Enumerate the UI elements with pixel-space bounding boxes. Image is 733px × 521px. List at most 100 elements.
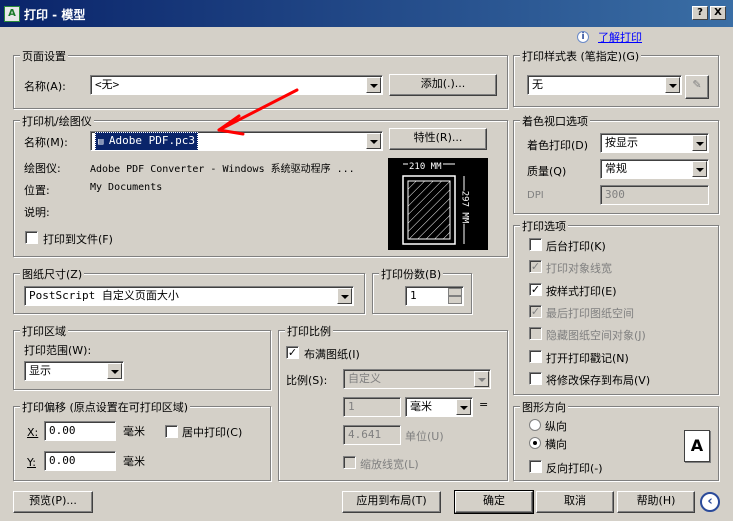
y-offset-input[interactable]: 0.00 bbox=[44, 451, 116, 471]
reverse-plot-checkbox[interactable] bbox=[529, 460, 542, 473]
scale-label: 比例(S): bbox=[286, 374, 328, 387]
plot-area-title: 打印区域 bbox=[20, 323, 68, 339]
chevron-down-icon bbox=[474, 371, 489, 387]
portrait-label: 纵向 bbox=[545, 420, 567, 433]
chevron-down-icon bbox=[366, 77, 381, 93]
help-title-button[interactable]: ? bbox=[692, 6, 708, 20]
ok-button[interactable]: 确定 bbox=[454, 490, 534, 514]
plot-option-checkbox[interactable] bbox=[529, 371, 542, 385]
center-plot-checkbox[interactable] bbox=[165, 425, 178, 438]
plot-option-label: 将修改保存到布局(V) bbox=[546, 373, 651, 387]
apply-to-layout-button[interactable]: 应用到布局(T) bbox=[342, 491, 441, 513]
scale-select[interactable]: 自定义 bbox=[343, 369, 491, 389]
landscape-radio[interactable] bbox=[529, 437, 541, 449]
y-offset-label: Y: bbox=[27, 456, 36, 469]
center-plot-label: 居中打印(C) bbox=[182, 426, 243, 439]
printer-properties-button[interactable]: 特性(R)... bbox=[389, 128, 487, 150]
shaded-viewport-title: 着色视口选项 bbox=[520, 113, 590, 129]
x-offset-label: X: bbox=[27, 426, 39, 439]
paper-size-title: 图纸尺寸(Z) bbox=[20, 266, 85, 282]
x-offset-input[interactable]: 0.00 bbox=[44, 421, 116, 441]
units-label: 单位(U) bbox=[405, 430, 444, 443]
y-offset-unit: 毫米 bbox=[123, 455, 145, 468]
plot-option-label: 打开打印戳记(N) bbox=[546, 351, 629, 365]
portrait-radio[interactable] bbox=[529, 419, 541, 431]
paper-size-select[interactable]: PostScript 自定义页面大小 bbox=[24, 286, 354, 306]
cancel-button[interactable]: 取消 bbox=[536, 491, 614, 513]
quality-select[interactable]: 常规 bbox=[600, 159, 709, 179]
chevron-down-icon bbox=[456, 399, 471, 415]
orientation-title: 图形方向 bbox=[520, 399, 568, 415]
plot-option-label: 隐藏图纸空间对象(J) bbox=[546, 329, 646, 343]
plot-option-checkbox[interactable]: ✓ bbox=[529, 282, 542, 296]
printer-device-icon: ▤ bbox=[98, 137, 109, 147]
shade-plot-select[interactable]: 按显示 bbox=[600, 133, 709, 153]
chevron-down-icon bbox=[692, 161, 707, 177]
add-page-setup-button[interactable]: 添加(.)... bbox=[389, 74, 497, 96]
scale-lineweights-label: 缩放线宽(L) bbox=[360, 458, 419, 471]
print-to-file-label: 打印到文件(F) bbox=[43, 233, 113, 246]
plot-option-checkbox[interactable] bbox=[529, 327, 542, 341]
plot-option-label: 后台打印(K) bbox=[546, 240, 606, 253]
plot-option-checkbox[interactable]: ✓ bbox=[529, 260, 542, 274]
plot-range-select[interactable]: 显示 bbox=[24, 361, 124, 381]
plot-option-label: 按样式打印(E) bbox=[546, 284, 617, 298]
shade-plot-label: 着色打印(D) bbox=[527, 139, 589, 152]
dpi-label: DPI bbox=[527, 190, 544, 201]
dpi-input[interactable]: 300 bbox=[600, 185, 709, 205]
plot-option-checkbox[interactable]: ✓ bbox=[529, 304, 542, 318]
scale-units-input[interactable]: 4.641 bbox=[343, 425, 401, 445]
printer-name-label: 名称(M): bbox=[24, 136, 68, 149]
description-label: 说明: bbox=[24, 206, 50, 219]
edit-pen-icon: ✎ bbox=[692, 78, 702, 91]
fit-to-paper-checkbox[interactable]: ✓ bbox=[286, 346, 299, 359]
chevron-down-icon bbox=[665, 77, 680, 93]
print-to-file-checkbox[interactable] bbox=[25, 231, 38, 244]
scale-value-input[interactable]: 1 bbox=[343, 397, 401, 417]
plotter-label: 绘图仪: bbox=[24, 162, 61, 175]
help-link[interactable]: 了解打印 bbox=[598, 29, 642, 45]
plotter-value: Adobe PDF Converter - Windows 系统驱动程序 ... bbox=[90, 164, 355, 175]
location-value: My Documents bbox=[90, 182, 163, 193]
plot-options-title: 打印选项 bbox=[520, 218, 568, 234]
page-setup-title: 页面设置 bbox=[20, 48, 68, 64]
preview-button[interactable]: 预览(P)... bbox=[13, 491, 93, 513]
reverse-plot-label: 反向打印(-) bbox=[546, 462, 603, 475]
chevron-left-icon: ‹ bbox=[707, 494, 713, 509]
equals-sign: = bbox=[479, 398, 489, 411]
plot-style-title: 打印样式表 (笔指定)(G) bbox=[520, 48, 642, 64]
printer-title: 打印机/绘图仪 bbox=[20, 113, 94, 129]
collapse-options-button[interactable]: ‹ bbox=[700, 492, 720, 512]
plot-range-label: 打印范围(W): bbox=[24, 344, 92, 357]
annotation-arrow bbox=[217, 88, 299, 136]
plot-area-group: 打印区域 bbox=[13, 323, 271, 390]
title-bar: A 打印 - 模型 ? X bbox=[0, 0, 733, 27]
plot-offset-title: 打印偏移 (原点设置在可打印区域) bbox=[20, 399, 191, 415]
plot-option-label: 打印对象线宽 bbox=[546, 262, 612, 276]
plot-style-select[interactable]: 无 bbox=[527, 75, 682, 95]
landscape-label: 横向 bbox=[545, 438, 567, 451]
quality-label: 质量(Q) bbox=[527, 165, 567, 178]
edit-plot-style-button[interactable]: ✎ bbox=[685, 75, 709, 99]
chevron-down-icon bbox=[107, 363, 122, 379]
chevron-down-icon bbox=[366, 133, 381, 149]
spin-down-icon[interactable] bbox=[448, 296, 462, 304]
copies-input[interactable]: 1 bbox=[405, 286, 464, 306]
chevron-down-icon bbox=[692, 135, 707, 151]
preview-width: 210 MM bbox=[408, 162, 443, 172]
close-button[interactable]: X bbox=[710, 6, 726, 20]
help-button[interactable]: 帮助(H) bbox=[617, 491, 695, 513]
spin-up-icon[interactable] bbox=[448, 288, 462, 296]
window-title: 打印 - 模型 bbox=[24, 8, 86, 22]
preview-height: 297 MM bbox=[459, 190, 470, 224]
plot-option-label: 最后打印图纸空间 bbox=[546, 306, 634, 320]
x-offset-unit: 毫米 bbox=[123, 425, 145, 438]
paper-preview: 210 MM 297 MM bbox=[388, 158, 488, 250]
plot-option-checkbox[interactable] bbox=[529, 238, 542, 251]
plot-option-checkbox[interactable] bbox=[529, 349, 542, 363]
copies-title: 打印份数(B) bbox=[379, 266, 444, 282]
scale-unit-select[interactable]: 毫米 bbox=[405, 397, 473, 417]
chevron-down-icon bbox=[337, 288, 352, 304]
autocad-plot-icon: A bbox=[4, 6, 20, 22]
scale-lineweights-checkbox[interactable] bbox=[343, 456, 356, 469]
